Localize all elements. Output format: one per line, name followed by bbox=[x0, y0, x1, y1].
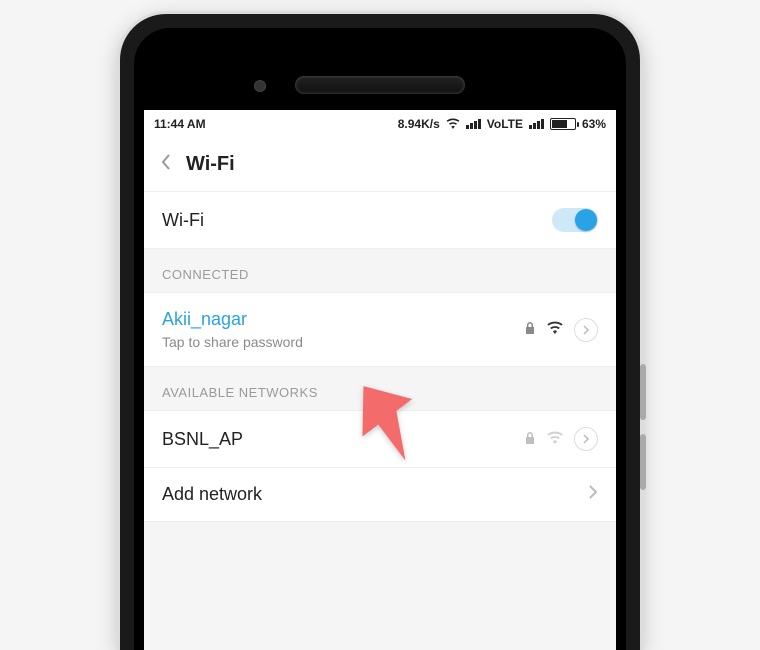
lock-icon bbox=[524, 321, 536, 338]
back-button[interactable] bbox=[160, 153, 172, 177]
phone-frame: 11:44 AM 8.94K/s VoLTE 63% bbox=[120, 14, 640, 650]
wifi-icon bbox=[446, 117, 460, 132]
phone-bezel: 11:44 AM 8.94K/s VoLTE 63% bbox=[134, 28, 626, 650]
wifi-signal-icon bbox=[546, 320, 564, 339]
status-net-speed: 8.94K/s bbox=[398, 117, 440, 131]
network-details-button[interactable] bbox=[574, 427, 598, 451]
wifi-toggle-switch[interactable] bbox=[552, 208, 598, 232]
signal-icon bbox=[529, 119, 544, 129]
phone-side-button bbox=[640, 364, 646, 420]
network-details-button[interactable] bbox=[574, 318, 598, 342]
page-header: Wi-Fi bbox=[144, 138, 616, 192]
page-title: Wi-Fi bbox=[186, 153, 235, 176]
connected-ssid: Akii_nagar bbox=[162, 309, 303, 330]
connected-hint: Tap to share password bbox=[162, 334, 303, 350]
earpiece-speaker bbox=[295, 76, 465, 94]
signal-icon bbox=[466, 119, 481, 129]
front-camera bbox=[254, 80, 266, 92]
status-volte: VoLTE bbox=[487, 117, 523, 131]
lock-icon bbox=[524, 431, 536, 448]
status-battery-pct: 63% bbox=[582, 117, 606, 131]
available-ssid: BSNL_AP bbox=[162, 429, 243, 450]
wifi-signal-icon bbox=[546, 430, 564, 449]
connected-network-row[interactable]: Akii_nagar Tap to share password bbox=[144, 293, 616, 367]
battery-icon bbox=[550, 118, 576, 130]
chevron-right-icon bbox=[588, 485, 598, 504]
add-network-row[interactable]: Add network bbox=[144, 468, 616, 522]
section-header-connected: CONNECTED bbox=[144, 249, 616, 293]
screen: 11:44 AM 8.94K/s VoLTE 63% bbox=[144, 110, 616, 650]
phone-side-button bbox=[640, 434, 646, 490]
status-bar: 11:44 AM 8.94K/s VoLTE 63% bbox=[144, 110, 616, 138]
add-network-label: Add network bbox=[162, 484, 262, 505]
wifi-toggle-row[interactable]: Wi-Fi bbox=[144, 192, 616, 249]
status-time: 11:44 AM bbox=[154, 117, 206, 131]
wifi-toggle-label: Wi-Fi bbox=[162, 210, 204, 231]
annotation-arrow-icon bbox=[349, 380, 429, 460]
